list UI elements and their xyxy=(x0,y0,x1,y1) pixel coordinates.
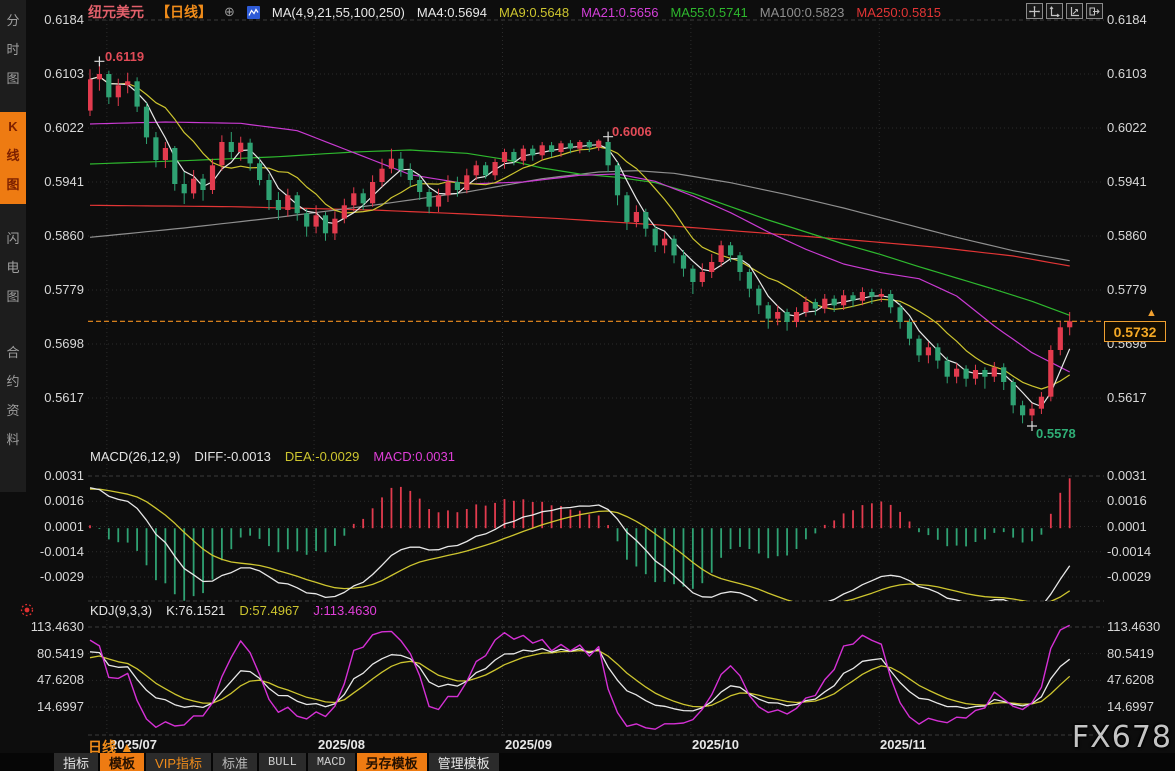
price-axis-label: 0.6022 xyxy=(20,120,84,135)
alert-icon[interactable] xyxy=(19,602,35,618)
macd-diff-value: DIFF:-0.0013 xyxy=(194,449,271,464)
kdj-j-value: J:113.4630 xyxy=(313,603,376,618)
price-axis-label: 0.5698 xyxy=(20,336,84,351)
kdj-d-value: D:57.4967 xyxy=(239,603,299,618)
macd-layer xyxy=(90,478,1070,613)
candles-layer xyxy=(87,63,1072,424)
ma-value: MA55:0.5741 xyxy=(670,5,747,20)
footer-tab[interactable]: 管理模板 xyxy=(429,753,499,771)
macd-axis-label: -0.0029 xyxy=(20,569,84,584)
x-axis-date: 2025/11 xyxy=(880,737,926,752)
x-axis-date: 2025/08 xyxy=(318,737,365,752)
footer-tab[interactable]: 模板 xyxy=(100,753,144,771)
mini-chart-icon[interactable] xyxy=(247,6,260,19)
macd-axis-label: 0.0001 xyxy=(1107,519,1175,534)
ma-value: MA100:0.5823 xyxy=(760,5,845,20)
macd-axis-label: -0.0014 xyxy=(1107,544,1175,559)
kdj-axis-label: 47.6208 xyxy=(20,672,84,687)
macd-title: MACD(26,12,9) xyxy=(90,449,180,464)
sidebar-item-kline-chart[interactable]: K 线 图 xyxy=(0,112,26,204)
macd-axis-label: -0.0014 xyxy=(20,544,84,559)
swing-high-annotation: 0.6006 xyxy=(612,124,652,139)
macd-axis-label: -0.0029 xyxy=(1107,569,1175,584)
price-axis-label: 0.5617 xyxy=(1107,390,1175,405)
kdj-axis-label: 113.4630 xyxy=(20,619,84,634)
high-price-annotation: 0.6119 xyxy=(105,49,144,64)
macd-axis-label: 0.0031 xyxy=(20,468,84,483)
axis-zoom-icon[interactable] xyxy=(1046,3,1063,19)
ma-values: MA4:0.5694 MA9:0.5648 MA21:0.5656 MA55:0.57… xyxy=(417,5,953,20)
pan-tool-icon[interactable] xyxy=(1026,3,1043,19)
footer-tab[interactable]: 另存模板 xyxy=(357,753,427,771)
footer-tab[interactable]: VIP指标 xyxy=(146,753,211,771)
add-indicator-icon[interactable]: ⊕ xyxy=(224,4,235,20)
price-axis-label: 0.5617 xyxy=(20,390,84,405)
ma-overlays-layer xyxy=(90,77,1070,407)
price-axis-label: 0.6103 xyxy=(1107,66,1175,81)
kdj-axis-label: 80.5419 xyxy=(1107,646,1175,661)
macd-dea-value: DEA:-0.0029 xyxy=(285,449,359,464)
macd-axis-label: 0.0031 xyxy=(1107,468,1175,483)
axis-scale-icon[interactable] xyxy=(1066,3,1083,19)
footer-tab[interactable]: MACD xyxy=(308,753,355,771)
price-axis-label: 0.6184 xyxy=(20,12,84,27)
kdj-axis-label: 113.4630 xyxy=(1107,619,1175,634)
ma-settings-label: MA(4,9,21,55,100,250) xyxy=(272,5,405,20)
price-axis-label: 0.6103 xyxy=(20,66,84,81)
kdj-layer xyxy=(90,625,1070,729)
price-axis-label: 0.5860 xyxy=(1107,228,1175,243)
price-axis-label: 0.5941 xyxy=(20,174,84,189)
footer-toolbar: 指标模板VIP指标标准BULLMACD另存模板管理模板 xyxy=(0,753,1175,771)
chart-type-sidebar: 分 时 图 K 线 图闪 电 图合 约 资 料 xyxy=(0,0,26,492)
ma-value: MA9:0.5648 xyxy=(499,5,569,20)
sidebar-item-flash-chart[interactable]: 闪 电 图 xyxy=(0,224,26,316)
kdj-axis-label: 14.6997 xyxy=(20,699,84,714)
price-axis-label: 0.5860 xyxy=(20,228,84,243)
macd-hist-value: MACD:0.0031 xyxy=(373,449,455,464)
price-axis-label: 0.5779 xyxy=(1107,282,1175,297)
kdj-k-value: K:76.1521 xyxy=(166,603,225,618)
chart-header: 纽元美元 【日线】 ⊕ MA(4,9,21,55,100,250) MA4:0.… xyxy=(88,2,953,22)
x-axis-date: 2025/10 xyxy=(692,737,739,752)
price-axis-label: 0.5779 xyxy=(20,282,84,297)
period-selector[interactable]: 【日线】 xyxy=(156,2,212,22)
ma-value: MA4:0.5694 xyxy=(417,5,487,20)
macd-header: MACD(26,12,9) DIFF:-0.0013 DEA:-0.0029 M… xyxy=(90,449,455,464)
price-axis-label: 0.6022 xyxy=(1107,120,1175,135)
ma-value: MA21:0.5656 xyxy=(581,5,658,20)
macd-axis-label: 0.0016 xyxy=(1107,493,1175,508)
kdj-axis-label: 47.6208 xyxy=(1107,672,1175,687)
macd-axis-label: 0.0016 xyxy=(20,493,84,508)
footer-tab[interactable]: 指标 xyxy=(54,753,98,771)
sidebar-item-contract-info[interactable]: 合 约 资 料 xyxy=(0,338,26,460)
watermark: FX678 xyxy=(1072,720,1172,755)
price-alert-icon[interactable]: ▲ xyxy=(1146,307,1157,319)
pop-out-icon[interactable] xyxy=(1086,3,1103,19)
macd-axis-label: 0.0001 xyxy=(20,519,84,534)
footer-tab[interactable]: BULL xyxy=(259,753,306,771)
price-axis-label: 0.5941 xyxy=(1107,174,1175,189)
price-axis-label: 0.6184 xyxy=(1107,12,1175,27)
chart-toolbar xyxy=(1026,3,1103,19)
low-price-annotation: 0.5578 xyxy=(1036,426,1076,441)
sidebar-item-time-chart[interactable]: 分 时 图 xyxy=(0,6,26,98)
x-axis-date: 2025/09 xyxy=(505,737,552,752)
footer-tab[interactable]: 标准 xyxy=(213,753,257,771)
trading-app-window: 分 时 图 K 线 图闪 电 图合 约 资 料 纽元美元 【日线】 ⊕ MA(4,… xyxy=(0,0,1175,771)
symbol-name: 纽元美元 xyxy=(88,2,144,22)
kdj-axis-label: 14.6997 xyxy=(1107,699,1175,714)
chart-canvas xyxy=(0,0,1175,771)
current-price-tag: 0.5732 xyxy=(1104,321,1166,342)
kdj-header: KDJ(9,3,3) K:76.1521 D:57.4967 J:113.463… xyxy=(90,603,377,618)
kdj-axis-label: 80.5419 xyxy=(20,646,84,661)
kdj-title: KDJ(9,3,3) xyxy=(90,603,152,618)
ma-value: MA250:0.5815 xyxy=(856,5,941,20)
